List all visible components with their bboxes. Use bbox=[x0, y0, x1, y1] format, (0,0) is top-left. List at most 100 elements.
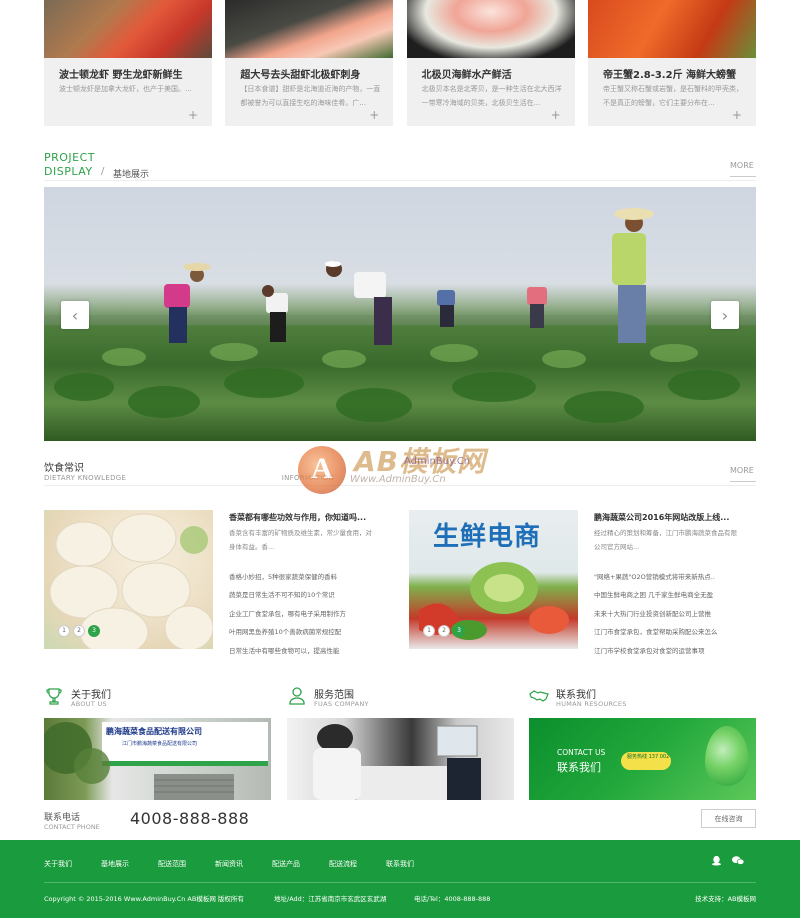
news-headline[interactable]: 香菜都有哪些功效与作用，你知道吗... bbox=[229, 512, 366, 523]
product-desc: 【日本食谱】甜虾是北海道近海的产物，一直都被誉为可以直接生吃的海味佳肴。广... bbox=[240, 85, 381, 107]
footer-nav-item[interactable]: 配送流程 bbox=[329, 859, 357, 869]
contact-card-en: CONTACT US bbox=[557, 748, 606, 757]
product-desc: 波士顿龙虾是加拿大龙虾，也产于美国。... bbox=[59, 85, 192, 93]
contact-title[interactable]: 联系我们 bbox=[556, 686, 596, 701]
contact-subtitle: HUMAN RESOURCES bbox=[556, 700, 627, 708]
news-list-item[interactable]: 企业工厂食堂承包，哪有电子采用制作方 bbox=[229, 605, 384, 623]
footer-nav-item[interactable]: 新闻资讯 bbox=[215, 859, 243, 869]
product-image-shrimp[interactable] bbox=[225, 0, 394, 58]
news-list-item[interactable]: 江门市食堂承包，食堂帮助采购配公来怎么 bbox=[594, 623, 749, 641]
news-image-fresh-ecommerce[interactable]: 生鲜电商 1 2 3 bbox=[409, 510, 578, 649]
about-company-photo[interactable]: 鹏海蔬菜食品配送有限公司 江门市鹏海蔬菜食品配送有限公司 bbox=[44, 718, 271, 800]
news-list: "网络+果蔬"O2O营销模式将带来新热点.. 中国生鲜电商之困 几千家生鲜电商全… bbox=[594, 568, 749, 660]
footer-nav-item[interactable]: 配送范围 bbox=[158, 859, 186, 869]
footer-tel: 电话/Tel：4008-888-888 bbox=[414, 895, 491, 903]
product-title[interactable]: 帝王蟹2.8-3.2斤 海鲜大螃蟹 bbox=[603, 66, 736, 81]
product-desc: 帝王蟹又称石蟹或岩蟹，是石蟹科的甲壳类，不是真正的螃蟹，它们主要分布在... bbox=[602, 85, 743, 107]
news-headline[interactable]: 鹏海蔬菜公司2016年网站改版上线... bbox=[594, 512, 729, 523]
plus-icon[interactable]: + bbox=[369, 109, 379, 121]
trophy-icon bbox=[46, 688, 62, 705]
water-drop-icon bbox=[705, 726, 749, 786]
divider bbox=[44, 180, 756, 181]
project-subtitle: 基地展示 bbox=[113, 170, 150, 180]
phone-number: 4008-888-888 bbox=[130, 809, 250, 828]
footer-social-icons bbox=[711, 855, 744, 866]
plus-icon[interactable]: + bbox=[188, 109, 198, 121]
contact-card-image[interactable]: CONTACT US 联系我们 服务热线 137 0024 0128 bbox=[529, 718, 756, 800]
online-consult-button[interactable]: 在线咨询 bbox=[701, 809, 756, 828]
footer-address: 地址/Add：江苏省南京市玄武区玄武湖 bbox=[274, 895, 387, 903]
slider-dot-active[interactable]: 3 bbox=[453, 625, 465, 637]
footer-nav-item[interactable]: 关于我们 bbox=[44, 859, 72, 869]
product-image-lobster[interactable] bbox=[44, 0, 212, 58]
contact-card-cn: 联系我们 bbox=[557, 761, 601, 774]
slider-dots: 1 2 3 bbox=[423, 625, 465, 637]
dietary-title: 饮食常识 bbox=[44, 463, 84, 474]
news-summary: 香菜含有丰富的矿物质及维生素，常少量食用，对身体有益。香... bbox=[229, 529, 372, 551]
product-image-king-crab[interactable] bbox=[587, 0, 756, 58]
news-image-buns[interactable]: 1 2 3 bbox=[44, 510, 213, 649]
news-summary: 经过精心的策划和筹备，江门市鹏海蔬菜食品有限公司官方网站... bbox=[594, 529, 737, 551]
slider-prev-button[interactable]: ‹ bbox=[61, 301, 89, 329]
news-list-item[interactable]: 蔬菜是日常生活不可不知的10个常识 bbox=[229, 586, 384, 604]
dietary-subtitle-en: DIETARY KNOWLEDGE bbox=[44, 474, 127, 482]
product-card[interactable]: 波士顿龙虾 野生龙虾新鲜生 波士顿龙虾是加拿大龙虾，也产于美国。... + bbox=[44, 0, 212, 126]
user-icon bbox=[289, 687, 305, 705]
product-card[interactable]: 北极贝海鲜水产鲜活 北极贝本名是北寄贝，是一种生活在北大西洋一带寒冷海域的贝类，… bbox=[406, 0, 575, 126]
slider-dot-active[interactable]: 3 bbox=[88, 625, 100, 637]
slider-dot[interactable]: 1 bbox=[423, 625, 435, 637]
news-list-item[interactable]: 未来十大热门行业投资创新配公司上营推 bbox=[594, 605, 749, 623]
footer-nav-item[interactable]: 联系我们 bbox=[386, 859, 414, 869]
handshake-icon bbox=[529, 690, 549, 702]
project-title-line2: DISPLAY bbox=[44, 165, 93, 178]
product-title[interactable]: 超大号去头甜虾北极虾刺身 bbox=[240, 66, 360, 81]
product-image-arctic-clam[interactable] bbox=[406, 0, 575, 58]
site-footer: 关于我们 基地展示 配送范围 新闻资讯 配送产品 配送流程 联系我们 Copyr… bbox=[0, 840, 800, 918]
footer-nav-item[interactable]: 配送产品 bbox=[272, 859, 300, 869]
slider-next-button[interactable]: › bbox=[711, 301, 739, 329]
news-block-right: 生鲜电商 1 2 3 鹏海蔬菜公司2016年网站改版上线... 经过精心的策划和… bbox=[409, 510, 753, 655]
footer-support[interactable]: 技术支持：AB模板网 bbox=[695, 893, 756, 903]
dietary-subtitle: DIETARY KNOWLEDGE INFORMATION bbox=[44, 474, 334, 482]
business-meeting-photo bbox=[313, 724, 481, 800]
news-list-item[interactable]: "网络+果蔬"O2O营销模式将带来新热点.. bbox=[594, 568, 749, 586]
about-subtitle: ABOUT US bbox=[71, 700, 107, 708]
dietary-more-link[interactable]: MORE bbox=[730, 466, 756, 482]
plus-icon[interactable]: + bbox=[732, 109, 742, 121]
service-title[interactable]: 服务范围 bbox=[314, 686, 354, 701]
news-list-item[interactable]: 中国生鲜电商之困 几千家生鲜电商全无盈 bbox=[594, 586, 749, 604]
product-title[interactable]: 北极贝海鲜水产鲜活 bbox=[422, 66, 512, 81]
title-slash: / bbox=[101, 166, 105, 177]
phone-label: 联系电话 bbox=[44, 813, 81, 823]
about-title[interactable]: 关于我们 bbox=[71, 686, 111, 701]
watermark-url-italic: Www.AdminBuy.Cn bbox=[350, 474, 446, 485]
footer-copyright: Copyright © 2015-2016 Www.AdminBuy.Cn AB… bbox=[44, 895, 244, 903]
base-banner-slider[interactable]: ‹ › bbox=[44, 187, 756, 441]
project-more-link[interactable]: MORE bbox=[730, 161, 756, 177]
information-label: INFORMATION bbox=[281, 474, 335, 482]
slider-dot[interactable]: 1 bbox=[58, 625, 70, 637]
project-display-title: PROJECT DISPLAY bbox=[44, 151, 95, 179]
farm-field-image bbox=[44, 208, 756, 423]
slider-dots: 1 2 3 bbox=[58, 625, 100, 637]
news-list-item[interactable]: 日常生活中有哪些食物可以，提高性能 bbox=[229, 642, 384, 660]
footer-nav: 关于我们 基地展示 配送范围 新闻资讯 配送产品 配送流程 联系我们 bbox=[44, 859, 443, 869]
news-list-item[interactable]: 叶用网黑鱼养殖10个善款病菌常规控配 bbox=[229, 623, 384, 641]
product-title[interactable]: 波士顿龙虾 野生龙虾新鲜生 bbox=[59, 66, 182, 81]
project-title-line1: PROJECT bbox=[44, 151, 96, 164]
product-list: 波士顿龙虾 野生龙虾新鲜生 波士顿龙虾是加拿大龙虾，也产于美国。... + 超大… bbox=[44, 0, 756, 126]
product-card[interactable]: 超大号去头甜虾北极虾刺身 【日本食谱】甜虾是北海道近海的产物，一直都被誉为可以直… bbox=[225, 0, 394, 126]
news-list-item[interactable]: 江门市学校食堂承包对食堂的运营事项 bbox=[594, 642, 749, 660]
watermark-url: AdminBuy.Cn bbox=[404, 456, 471, 467]
divider bbox=[44, 485, 756, 486]
qq-icon[interactable] bbox=[711, 855, 722, 866]
slider-dot[interactable]: 2 bbox=[73, 625, 85, 637]
slider-dot[interactable]: 2 bbox=[438, 625, 450, 637]
news-list-item[interactable]: 香格小妙招，5种很家蔬菜保健的香料 bbox=[229, 568, 384, 586]
wechat-icon[interactable] bbox=[732, 855, 744, 866]
footer-nav-item[interactable]: 基地展示 bbox=[101, 859, 129, 869]
plus-icon[interactable]: + bbox=[551, 109, 561, 121]
product-desc: 北极贝本名是北寄贝，是一种生活在北大西洋一带寒冷海域的贝类，北极贝生活在... bbox=[421, 85, 562, 107]
product-card[interactable]: 帝王蟹2.8-3.2斤 海鲜大螃蟹 帝王蟹又称石蟹或岩蟹，是石蟹科的甲壳类，不是… bbox=[587, 0, 756, 126]
service-photo[interactable] bbox=[287, 718, 514, 800]
